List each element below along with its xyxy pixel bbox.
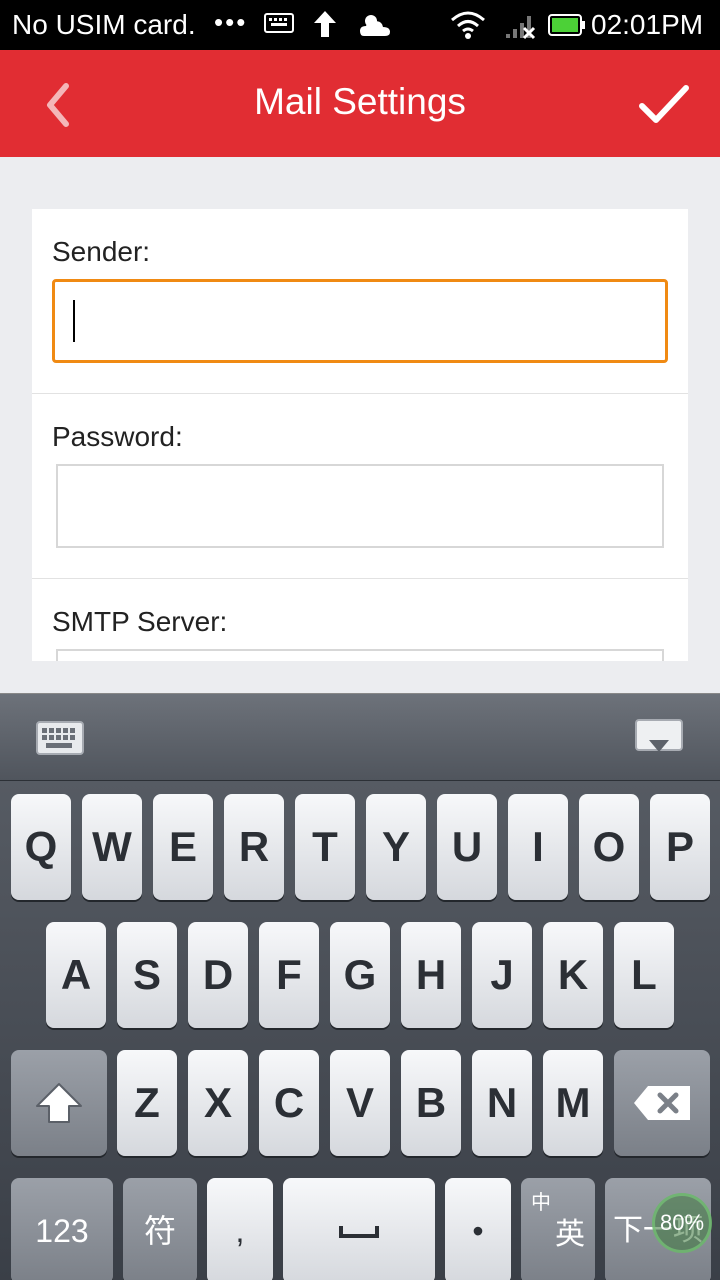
- text-cursor: [73, 300, 75, 342]
- keyboard-toolbar: [0, 693, 720, 781]
- key-l[interactable]: L: [614, 922, 674, 1028]
- key-d[interactable]: D: [188, 922, 248, 1028]
- shift-key[interactable]: [11, 1050, 107, 1156]
- backspace-icon: [634, 1086, 690, 1120]
- divider: [32, 578, 688, 579]
- key-h[interactable]: H: [401, 922, 461, 1028]
- key-f[interactable]: F: [259, 922, 319, 1028]
- status-bar: No USIM card. ••• 02:01PM: [0, 0, 720, 50]
- key-k[interactable]: K: [543, 922, 603, 1028]
- battery-icon: [548, 14, 585, 36]
- app-bar: Mail Settings: [0, 50, 720, 157]
- key-t[interactable]: T: [295, 794, 355, 900]
- wifi-icon: [451, 11, 485, 39]
- no-signal-icon: [506, 16, 536, 40]
- key-w[interactable]: W: [82, 794, 142, 900]
- key-q[interactable]: Q: [11, 794, 71, 900]
- language-toggle-key[interactable]: 中 英: [521, 1178, 595, 1280]
- hide-keyboard-icon[interactable]: [634, 718, 684, 758]
- key-j[interactable]: J: [472, 922, 532, 1028]
- key-i[interactable]: I: [508, 794, 568, 900]
- key-x[interactable]: X: [188, 1050, 248, 1156]
- key-r[interactable]: R: [224, 794, 284, 900]
- key-o[interactable]: O: [579, 794, 639, 900]
- space-key[interactable]: [283, 1178, 435, 1280]
- key-u[interactable]: U: [437, 794, 497, 900]
- soft-keyboard: Q W E R T Y U I O P A S D F G H J K L Z …: [0, 693, 720, 1280]
- password-label: Password:: [52, 421, 183, 452]
- key-y[interactable]: Y: [366, 794, 426, 900]
- sender-input[interactable]: [52, 279, 668, 363]
- key-a[interactable]: A: [46, 922, 106, 1028]
- sender-label: Sender:: [52, 236, 151, 267]
- notification-dots: •••: [214, 7, 248, 37]
- smtp-server-input[interactable]: [56, 649, 664, 661]
- clock: 02:01PM: [591, 9, 704, 40]
- backspace-key[interactable]: [614, 1050, 710, 1156]
- carrier-text: No USIM card.: [12, 9, 196, 40]
- lang-en-label: 英: [555, 1218, 585, 1251]
- shift-arrow-icon: [36, 1083, 82, 1123]
- key-m[interactable]: M: [543, 1050, 603, 1156]
- upload-arrow-icon: [314, 11, 336, 37]
- divider: [32, 393, 688, 394]
- page-title: Mail Settings: [254, 81, 466, 122]
- key-c[interactable]: C: [259, 1050, 319, 1156]
- comma-key[interactable]: ,: [207, 1178, 273, 1280]
- zoom-badge[interactable]: 80%: [652, 1193, 712, 1253]
- settings-form: Sender: Password: SMTP Server:: [32, 209, 688, 661]
- space-bar-icon: [339, 1226, 379, 1238]
- numbers-key[interactable]: 123: [11, 1178, 113, 1280]
- key-z[interactable]: Z: [117, 1050, 177, 1156]
- keyboard-notification-icon: [264, 13, 294, 33]
- key-s[interactable]: S: [117, 922, 177, 1028]
- key-b[interactable]: B: [401, 1050, 461, 1156]
- key-n[interactable]: N: [472, 1050, 532, 1156]
- keyboard-switch-icon[interactable]: [36, 721, 84, 755]
- period-key[interactable]: •: [445, 1178, 511, 1280]
- checkmark-icon[interactable]: [636, 80, 692, 130]
- symbols-key[interactable]: 符: [123, 1178, 197, 1280]
- key-p[interactable]: P: [650, 794, 710, 900]
- weather-cloudy-icon: [360, 15, 390, 36]
- key-v[interactable]: V: [330, 1050, 390, 1156]
- lang-zh-label: 中: [531, 1192, 551, 1214]
- key-g[interactable]: G: [330, 922, 390, 1028]
- smtp-server-label: SMTP Server:: [52, 606, 228, 637]
- password-input[interactable]: [56, 464, 664, 548]
- key-e[interactable]: E: [153, 794, 213, 900]
